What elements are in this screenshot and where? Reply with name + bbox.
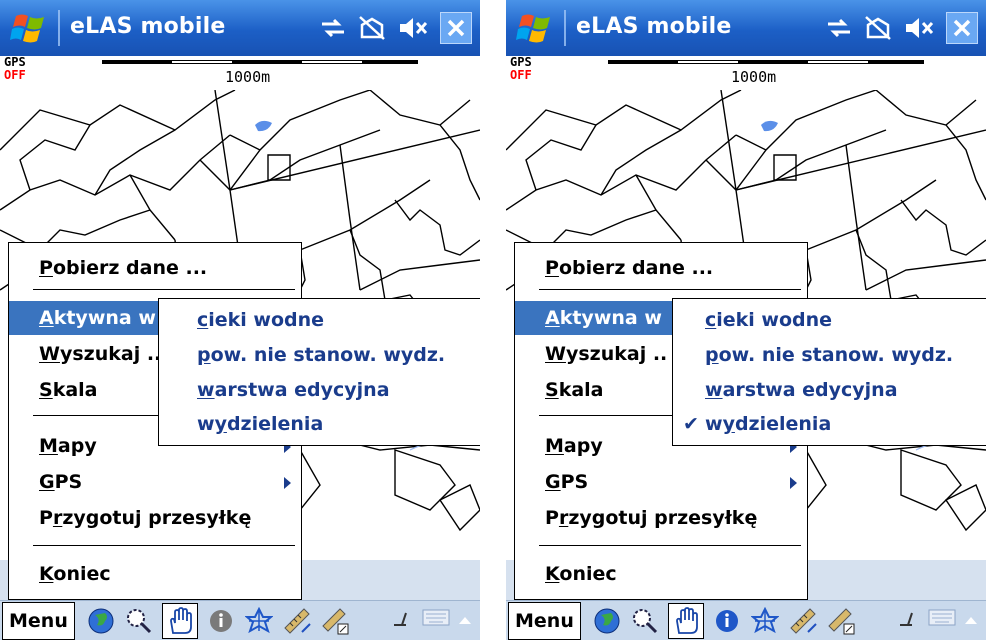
gps-status[interactable]: GPS OFF <box>4 56 26 82</box>
submenu-item-cieki-wodne[interactable]: cieki wodne <box>673 303 986 337</box>
ruler-icon[interactable] <box>788 606 818 636</box>
menu-item-pobierz-dane[interactable]: Pobierz dane ... <box>9 251 301 285</box>
bottom-toolbar: Menu <box>506 600 986 640</box>
edit-polygon-icon[interactable] <box>320 606 350 636</box>
globe-icon[interactable] <box>86 606 116 636</box>
chevron-right-icon <box>284 477 291 489</box>
menu-button[interactable]: Menu <box>508 602 581 640</box>
chevron-up-icon[interactable] <box>458 610 472 629</box>
scale-line <box>102 60 418 64</box>
input-selector-icon[interactable] <box>392 607 414 631</box>
menu-item-gps[interactable]: GPS <box>515 465 807 499</box>
no-signal-icon[interactable] <box>358 15 386 41</box>
chevron-right-icon <box>790 477 797 489</box>
chevron-up-icon[interactable] <box>964 610 978 629</box>
gps-nav-icon[interactable] <box>750 606 780 636</box>
keyboard-icon[interactable] <box>422 607 450 631</box>
globe-icon[interactable] <box>592 606 622 636</box>
edit-polygon-icon[interactable] <box>826 606 856 636</box>
scale-line <box>608 60 924 64</box>
connectivity-icon[interactable] <box>826 17 852 39</box>
menu-item-pobierz-dane[interactable]: Pobierz dane ... <box>515 251 807 285</box>
layer-submenu: cieki wodne pow. nie stanow. wydz. warst… <box>158 298 480 446</box>
screen-right: eLAS mobile GPS OFF 1000m Pobierz dane .… <box>506 0 986 640</box>
submenu-item-pow-nie-stanow[interactable]: pow. nie stanow. wydz. <box>159 338 480 372</box>
layer-submenu: cieki wodne pow. nie stanow. wydz. warst… <box>672 298 986 446</box>
submenu-item-wydzielenia[interactable]: ✔ wydzielenia <box>673 407 986 441</box>
ruler-icon[interactable] <box>282 606 312 636</box>
menu-item-koniec[interactable]: Koniec <box>9 557 301 591</box>
windows-logo-icon[interactable] <box>516 10 556 46</box>
close-icon <box>447 19 465 37</box>
keyboard-icon[interactable] <box>928 607 956 631</box>
gps-status[interactable]: GPS OFF <box>510 56 532 82</box>
scale-text: 1000m <box>225 68 271 86</box>
close-icon <box>953 19 971 37</box>
title-bar: eLAS mobile <box>506 0 986 56</box>
scale-text: 1000m <box>731 68 777 86</box>
app-title: eLAS mobile <box>576 14 732 39</box>
menu-item-przygotuj-przesylke[interactable]: Przygotuj przesyłkę <box>515 501 807 535</box>
speaker-muted-icon[interactable] <box>398 16 428 40</box>
no-signal-icon[interactable] <box>864 15 892 41</box>
scale-bar: GPS OFF 1000m <box>506 56 986 90</box>
info-icon[interactable] <box>712 606 742 636</box>
hand-icon[interactable] <box>668 603 704 639</box>
app-title: eLAS mobile <box>70 14 226 39</box>
submenu-item-wydzielenia[interactable]: wydzielenia <box>159 407 480 441</box>
input-selector-icon[interactable] <box>898 607 920 631</box>
screen-left: eLAS mobile GPS OFF 1000m Pobierz dane .… <box>0 0 480 640</box>
checkmark-icon: ✔ <box>683 413 699 435</box>
menu-item-koniec[interactable]: Koniec <box>515 557 807 591</box>
bottom-toolbar: Menu <box>0 600 480 640</box>
menu-item-przygotuj-przesylke[interactable]: Przygotuj przesyłkę <box>9 501 301 535</box>
scale-bar: GPS OFF 1000m <box>0 56 480 90</box>
title-bar: eLAS mobile <box>0 0 480 56</box>
hand-icon[interactable] <box>162 603 198 639</box>
connectivity-icon[interactable] <box>320 17 346 39</box>
menu-item-gps[interactable]: GPS <box>9 465 301 499</box>
close-button[interactable] <box>946 12 978 44</box>
speaker-muted-icon[interactable] <box>904 16 934 40</box>
submenu-item-warstwa-edycyjna[interactable]: warstwa edycyjna <box>673 373 986 407</box>
menu-button[interactable]: Menu <box>2 602 75 640</box>
gps-nav-icon[interactable] <box>244 606 274 636</box>
submenu-item-warstwa-edycyjna[interactable]: warstwa edycyjna <box>159 373 480 407</box>
close-button[interactable] <box>440 12 472 44</box>
zoom-icon[interactable] <box>124 606 154 636</box>
windows-logo-icon[interactable] <box>10 10 50 46</box>
zoom-icon[interactable] <box>630 606 660 636</box>
submenu-item-cieki-wodne[interactable]: cieki wodne <box>159 303 480 337</box>
submenu-item-pow-nie-stanow[interactable]: pow. nie stanow. wydz. <box>673 338 986 372</box>
info-icon[interactable] <box>206 606 236 636</box>
